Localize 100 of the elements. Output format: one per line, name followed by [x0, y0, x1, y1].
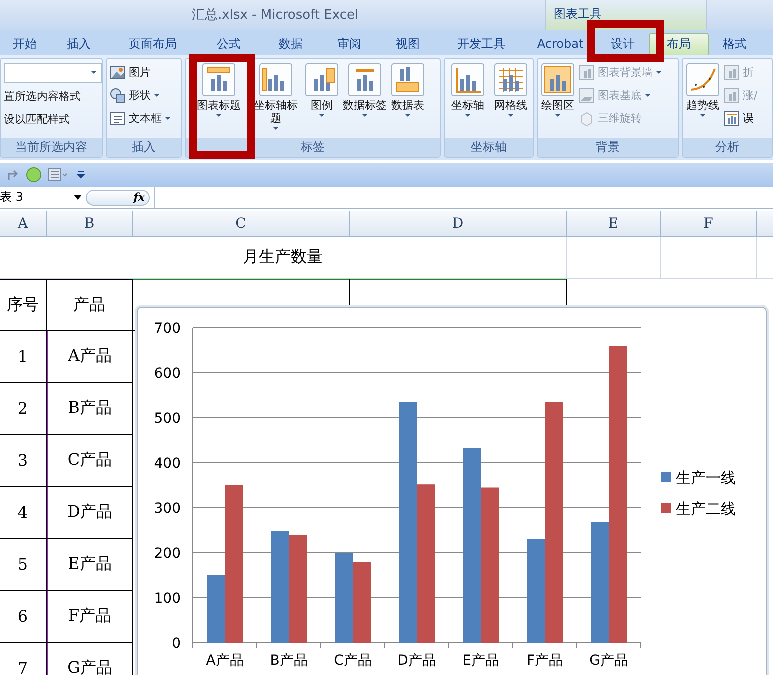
caret-icon: [700, 114, 706, 117]
caret-icon: [645, 94, 651, 97]
axis-tick-label: 300: [154, 501, 181, 517]
ribbon-tab[interactable]: 公式: [198, 33, 260, 55]
ribbon-button[interactable]: 图例: [305, 63, 339, 117]
grid-cell[interactable]: [661, 237, 757, 279]
form-icon[interactable]: [48, 167, 70, 183]
column-header[interactable]: F: [661, 211, 757, 237]
caret-icon: [154, 94, 160, 97]
chart-wall-icon: [724, 88, 740, 104]
ribbon-tab[interactable]: 页面布局: [108, 33, 198, 55]
column-header[interactable]: B: [47, 211, 133, 237]
column-header[interactable]: C: [133, 211, 350, 237]
trendline-icon: [686, 63, 720, 97]
caret-icon: [465, 114, 471, 117]
legend-icon: [305, 63, 339, 97]
ribbon-tab[interactable]: Acrobat: [524, 33, 597, 55]
ribbon-tab[interactable]: 数据: [260, 33, 322, 55]
chart-floor-icon: [579, 88, 595, 104]
picture-icon: [110, 64, 126, 80]
axis-title-icon: [259, 63, 293, 97]
caret-icon: [656, 71, 662, 74]
caret-icon: [508, 114, 514, 117]
ribbon-tab[interactable]: 设计: [597, 33, 649, 55]
table-cell: 6: [0, 591, 47, 643]
caret-icon: [362, 114, 368, 117]
ribbon-button[interactable]: 数据标签: [343, 63, 387, 117]
chart-area[interactable]: 0 100 200 300 400 500 600 700 A产品 B产品 C产品 D产品 E产品 F产品 G产品 生产一线 生产二线: [137, 307, 767, 675]
axis-tick-label: 200: [154, 546, 181, 562]
insert-function-button[interactable]: fx: [86, 190, 150, 206]
legend-label: 生产二线: [676, 500, 736, 518]
selection-combo-box[interactable]: [4, 63, 102, 83]
table-cell: G产品: [47, 643, 133, 675]
table-cell: B产品: [47, 383, 133, 435]
column-header[interactable]: A: [0, 211, 47, 237]
context-tab-title: 图表工具: [554, 6, 602, 23]
ribbon-tab[interactable]: 开发工具: [439, 33, 524, 55]
axis-tick-label: 500: [154, 411, 181, 427]
data-label-icon: [348, 63, 382, 97]
table-cell: 7: [0, 643, 47, 675]
bar-chart-icon: [724, 110, 740, 126]
axis-tick-label: 400: [154, 456, 181, 472]
ribbon-button[interactable]: 设以匹配样式: [4, 110, 102, 129]
ribbon-tab[interactable]: 开始: [0, 33, 50, 55]
ribbon-button[interactable]: 趋势线: [686, 63, 720, 117]
grid-cell[interactable]: [567, 237, 661, 279]
sheet-title: 月生产数量: [0, 237, 567, 279]
caret-icon: [273, 127, 279, 130]
chart-title-icon: [202, 63, 236, 97]
ribbon-tab[interactable]: 插入: [50, 33, 108, 55]
ribbon-button[interactable]: 图片: [110, 63, 171, 82]
table-cell: E产品: [47, 539, 133, 591]
redo-icon[interactable]: [6, 168, 20, 182]
category-label: D产品: [398, 653, 436, 669]
axes-icon: [451, 63, 485, 97]
column-header[interactable]: D: [350, 211, 567, 237]
ribbon-tab[interactable]: 格式: [709, 33, 761, 55]
ribbon-tab[interactable]: 视图: [377, 33, 439, 55]
plot-area-icon: [541, 63, 575, 97]
ribbon-button[interactable]: 误: [724, 109, 758, 128]
gridlines-icon: [494, 63, 528, 97]
cube-icon: [579, 110, 595, 126]
category-label: A产品: [206, 653, 244, 669]
ribbon-tab[interactable]: 审阅: [322, 33, 377, 55]
table-header-cell: 产品: [47, 279, 133, 331]
table-cell: A产品: [47, 331, 133, 383]
caret-icon: [405, 114, 411, 117]
text-box-icon: [110, 110, 126, 126]
customize-icon[interactable]: [76, 169, 86, 181]
category-label: E产品: [462, 653, 500, 669]
ribbon-button[interactable]: 置所选内容格式: [4, 87, 102, 106]
table-cell: 1: [0, 331, 47, 383]
axis-tick-label: 700: [154, 321, 181, 337]
ribbon-button[interactable]: 网格线: [494, 63, 528, 117]
caret-icon: [165, 117, 171, 120]
circle-icon[interactable]: [26, 167, 42, 183]
data-table-icon: [391, 63, 425, 97]
chart-wall-icon: [724, 64, 740, 80]
column-header[interactable]: E: [567, 211, 661, 237]
table-cell: 3: [0, 435, 47, 487]
ribbon-button[interactable]: 坐标轴标题: [251, 63, 301, 130]
ribbon-button[interactable]: 数据表: [391, 63, 425, 117]
window-title: 汇总.xlsx - Microsoft Excel: [192, 7, 359, 24]
table-cell: C产品: [47, 435, 133, 487]
table-header-cell: 序号: [0, 279, 47, 331]
table-cell: D产品: [47, 487, 133, 539]
caret-icon: [555, 114, 561, 117]
ribbon-button[interactable]: 形状: [110, 86, 171, 105]
table-cell: F产品: [47, 591, 133, 643]
axis-tick-label: 100: [154, 591, 181, 607]
ribbon-button[interactable]: 文本框: [110, 109, 171, 128]
ribbon-button[interactable]: 绘图区: [541, 63, 575, 117]
group-label: 当前所选内容: [1, 138, 102, 157]
group-label: 分析: [683, 138, 772, 157]
ribbon-button[interactable]: 坐标轴: [451, 63, 485, 117]
caret-icon: [319, 114, 325, 117]
category-label: B产品: [270, 653, 308, 669]
group-label: 背景: [538, 138, 678, 157]
caret-icon: [91, 71, 97, 74]
ribbon-button[interactable]: 图表标题: [197, 63, 241, 117]
